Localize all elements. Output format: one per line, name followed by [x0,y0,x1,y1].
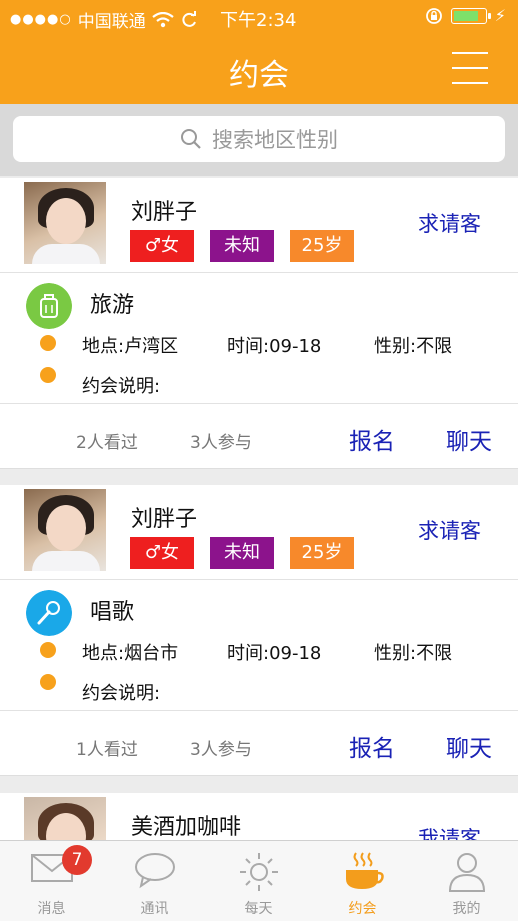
wifi-icon [152,11,174,27]
date-card: 美酒加咖啡 我请客 [0,793,518,840]
status-tag: 未知 [210,230,274,262]
tab-dating[interactable]: 约会 [311,841,414,921]
bullet-dot [40,367,56,383]
signup-button[interactable]: 报名 [349,422,395,456]
description-label: 约会说明: [82,376,161,397]
chat-button[interactable]: 聊天 [446,729,492,763]
search-icon [181,129,201,149]
location-text: 地点:卢湾区 [82,336,179,357]
view-count: 1人看过 [76,740,138,760]
tab-label: 通讯 [140,901,169,917]
status-bar: ●●●●○ 中国联通 下午2:34 ⚡ [0,0,518,34]
tab-label: 消息 [37,901,66,917]
menu-button[interactable] [452,52,488,84]
tab-contacts[interactable]: 通讯 [103,841,206,921]
tab-messages[interactable]: 7 消息 [0,841,103,921]
gender-tag: ♂女 [130,537,194,569]
payment-type: 求请客 [418,212,481,236]
chat-button[interactable]: 聊天 [446,422,492,456]
person-icon [448,853,485,892]
user-name[interactable]: 刘胖子 [131,194,197,226]
microphone-icon [26,590,72,636]
user-name[interactable]: 美酒加咖啡 [131,809,241,840]
signup-button[interactable]: 报名 [349,729,395,763]
coffee-cup-icon [345,852,384,889]
tab-bar: 7 消息 通讯 每天 约会 我的 [0,840,518,921]
avatar[interactable] [24,489,106,571]
description-label: 约会说明: [82,683,161,704]
bullet-dot [40,674,56,690]
bullet-dot [40,642,56,658]
unread-badge: 7 [62,845,92,875]
charging-icon: ⚡ [494,6,506,25]
sync-icon [182,10,196,27]
category-name: 旅游 [90,293,135,318]
status-tag: 未知 [210,537,274,569]
payment-type: 我请客 [418,827,481,840]
page-title: 约会 [229,58,289,93]
gender-requirement: 性别:不限 [374,643,453,664]
date-card: 刘胖子 ♂女 未知 25岁 求请客 唱歌 地点:烟台市 时间:09-18 性别:… [0,485,518,776]
luggage-icon [26,283,72,329]
tab-daily[interactable]: 每天 [207,841,310,921]
signal-icon: ●●●●○ [10,12,72,27]
sun-icon [239,853,278,891]
join-count: 3人参与 [190,433,252,453]
battery-icon [450,7,491,24]
payment-type: 求请客 [418,519,481,543]
tab-label: 我的 [452,901,481,917]
time-text: 时间:09-18 [227,336,322,357]
avatar[interactable] [24,182,106,264]
view-count: 2人看过 [76,433,138,453]
age-tag: 25岁 [290,537,354,569]
search-input[interactable]: 搜索地区性别 [13,116,505,162]
search-placeholder: 搜索地区性别 [212,128,338,152]
tab-label: 约会 [348,901,377,917]
tab-label: 每天 [244,901,273,917]
gender-tag: ♂女 [130,230,194,262]
chat-bubble-icon [134,853,175,889]
search-bar-area: 搜索地区性别 [0,104,518,176]
join-count: 3人参与 [190,740,252,760]
category-name: 唱歌 [90,600,135,625]
bullet-dot [40,335,56,351]
carrier-label: 中国联通 [77,12,146,32]
rotation-lock-icon [425,7,442,24]
time-text: 时间:09-18 [227,643,322,664]
age-tag: 25岁 [290,230,354,262]
location-text: 地点:烟台市 [82,643,179,664]
navigation-bar: 约会 [0,34,518,104]
date-card: 刘胖子 ♂女 未知 25岁 求请客 旅游 地点:卢湾区 时间:09-18 性别:… [0,178,518,469]
tab-profile[interactable]: 我的 [415,841,518,921]
avatar[interactable] [24,797,106,840]
gender-requirement: 性别:不限 [374,336,453,357]
user-name[interactable]: 刘胖子 [131,501,197,533]
status-time: 下午2:34 [220,10,297,31]
